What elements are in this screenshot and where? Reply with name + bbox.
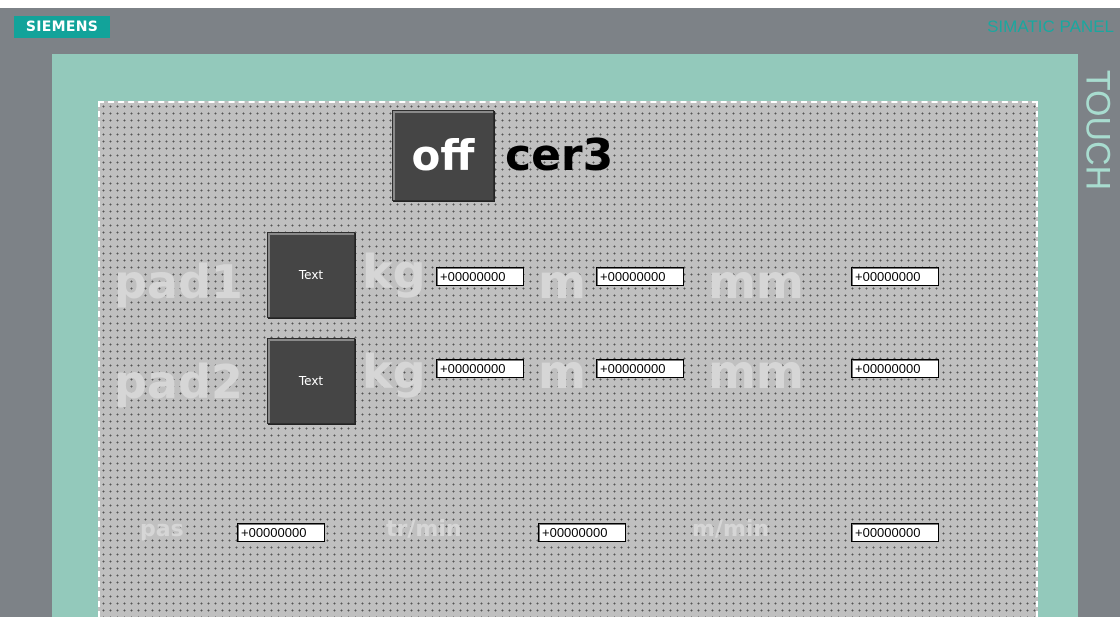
siemens-logo: SIEMENS [14, 16, 110, 38]
pad2-m-unit: m [538, 345, 586, 399]
touch-label-container: TOUCH [1078, 50, 1117, 210]
trmin-label: tr/min [386, 517, 462, 542]
pad1-mm-field[interactable]: +00000000 [851, 267, 939, 286]
simatic-panel-label: SIMATIC PANEL [987, 17, 1114, 36]
pad1-label: pad1 [114, 255, 243, 309]
pad2-mm-unit: mm [708, 345, 804, 399]
off-button[interactable]: off [392, 110, 494, 201]
pad1-kg-unit: kg [362, 245, 426, 299]
pas-label: pas [140, 517, 184, 542]
mmin-field[interactable]: +00000000 [851, 523, 939, 542]
pad1-text-button[interactable]: Text [267, 232, 355, 318]
pad1-mm-unit: mm [708, 255, 804, 309]
pad2-label: pad2 [114, 355, 243, 409]
pad1-kg-field[interactable]: +00000000 [436, 267, 524, 286]
pad1-m-unit: m [538, 255, 586, 309]
screen-title: cer3 [505, 130, 614, 181]
pad2-m-field[interactable]: +00000000 [596, 359, 684, 378]
pad2-kg-field[interactable]: +00000000 [436, 359, 524, 378]
pad2-text-button[interactable]: Text [267, 338, 355, 424]
pad2-kg-unit: kg [362, 345, 426, 399]
mmin-label: m/min [692, 517, 770, 542]
touch-label: TOUCH [1078, 69, 1117, 191]
pas-field[interactable]: +00000000 [237, 523, 325, 542]
pad1-m-field[interactable]: +00000000 [596, 267, 684, 286]
pad2-mm-field[interactable]: +00000000 [851, 359, 939, 378]
trmin-field[interactable]: +00000000 [538, 523, 626, 542]
